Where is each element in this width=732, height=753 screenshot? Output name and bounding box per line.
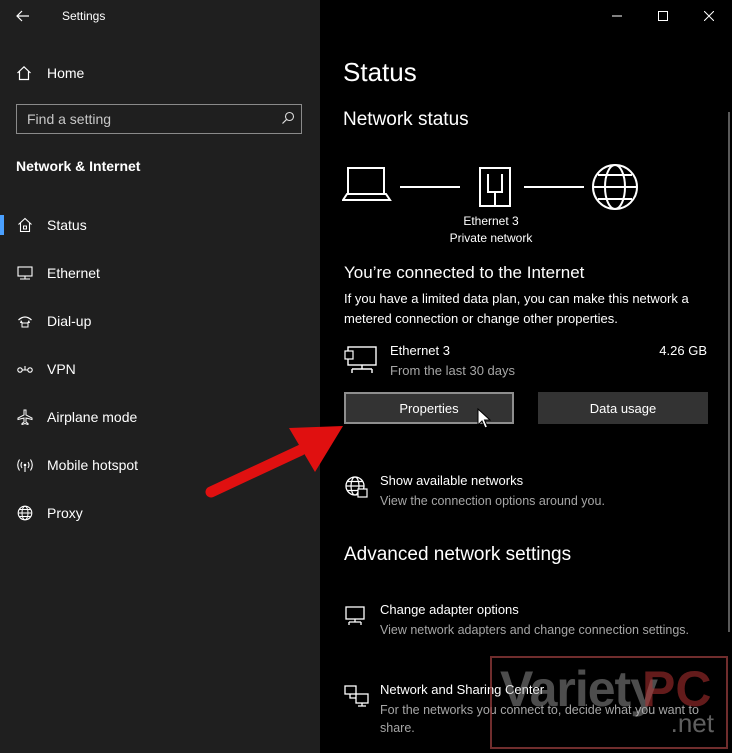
globe-icon xyxy=(592,164,638,210)
network-status-heading: Network status xyxy=(343,109,469,130)
search-icon xyxy=(282,111,295,124)
back-button[interactable] xyxy=(8,2,38,30)
mouse-cursor-icon xyxy=(477,408,491,429)
sidebar-item-dial-up[interactable]: Dial-up xyxy=(0,301,320,341)
close-button[interactable] xyxy=(686,0,732,32)
adapter-icon xyxy=(345,606,365,625)
maximize-button[interactable] xyxy=(640,0,686,32)
sidebar-item-vpn[interactable]: VPN xyxy=(0,349,320,389)
hotspot-icon xyxy=(16,456,34,474)
change-adapter-options-link[interactable]: Change adapter options View network adap… xyxy=(344,602,724,656)
section-title: Network & Internet xyxy=(16,158,141,174)
sidebar-item-label: Mobile hotspot xyxy=(47,457,139,473)
adapter-options-desc: View network adapters and change connect… xyxy=(380,623,689,637)
show-networks-title: Show available networks xyxy=(380,473,524,488)
sidebar-item-label: Ethernet xyxy=(47,265,100,281)
globe-network-icon xyxy=(345,476,368,498)
network-diagram xyxy=(342,164,638,210)
advanced-settings-heading: Advanced network settings xyxy=(344,544,572,565)
home-network-icon xyxy=(16,216,34,234)
red-arrow-annotation xyxy=(205,426,343,498)
ethernet-name: Ethernet 3 xyxy=(390,343,450,358)
search-input[interactable] xyxy=(17,105,277,133)
back-arrow-icon xyxy=(16,10,29,22)
sidebar-item-label: Status xyxy=(47,217,87,233)
diagram-caption: Ethernet 3 Private network xyxy=(431,213,551,247)
show-available-networks-link[interactable]: Show available networks View the connect… xyxy=(344,473,724,513)
description-line: If you have a limited data plan, you can… xyxy=(344,291,689,306)
show-networks-desc: View the connection options around you. xyxy=(380,494,605,508)
adapter-options-title: Change adapter options xyxy=(380,602,519,617)
sidebar: Settings Home Network & Internet Status … xyxy=(0,0,320,753)
search-box[interactable] xyxy=(16,104,302,134)
sidebar-item-label: Dial-up xyxy=(47,313,92,329)
main-content: Status Network status Ethernet 3 Private… xyxy=(320,0,732,753)
sidebar-item-label: Airplane mode xyxy=(47,409,138,425)
active-indicator xyxy=(0,215,4,235)
sharing-center-icon xyxy=(344,685,369,707)
sidebar-item-status[interactable]: Status xyxy=(0,205,320,245)
home-link[interactable]: Home xyxy=(16,62,84,84)
connection-status-title: You’re connected to the Internet xyxy=(344,263,585,282)
watermark-text: .net xyxy=(670,708,714,738)
home-label: Home xyxy=(47,65,85,81)
scrollbar[interactable] xyxy=(728,112,730,632)
watermark-text: Variety xyxy=(500,661,658,717)
data-usage-button[interactable]: Data usage xyxy=(538,392,708,424)
maximize-icon xyxy=(658,11,668,21)
globe-icon xyxy=(16,504,34,522)
page-title: Status xyxy=(343,57,417,87)
home-icon xyxy=(17,65,31,81)
network-type: Private network xyxy=(449,231,533,245)
sidebar-item-label: VPN xyxy=(47,361,76,377)
minimize-icon xyxy=(612,15,622,17)
ethernet-adapter-icon xyxy=(344,346,377,373)
description-line: metered connection or change other prope… xyxy=(344,311,618,326)
adapter-name: Ethernet 3 xyxy=(463,214,519,228)
sidebar-item-label: Proxy xyxy=(47,505,83,521)
ethernet-period: From the last 30 days xyxy=(390,363,515,378)
vpn-icon xyxy=(16,360,34,378)
watermark-logo: Variety PC .net xyxy=(490,656,728,749)
ethernet-icon xyxy=(16,264,34,282)
minimize-button[interactable] xyxy=(594,0,640,32)
ethernet-usage: 4.26 GB xyxy=(659,343,707,358)
connection-description: If you have a limited data plan, you can… xyxy=(344,289,732,329)
app-title: Settings xyxy=(62,9,106,23)
ethernet-port-icon xyxy=(479,167,511,207)
laptop-icon xyxy=(342,167,392,201)
close-icon xyxy=(704,11,714,21)
airplane-icon xyxy=(16,408,34,426)
dialup-icon xyxy=(16,312,34,330)
sidebar-item-ethernet[interactable]: Ethernet xyxy=(0,253,320,293)
